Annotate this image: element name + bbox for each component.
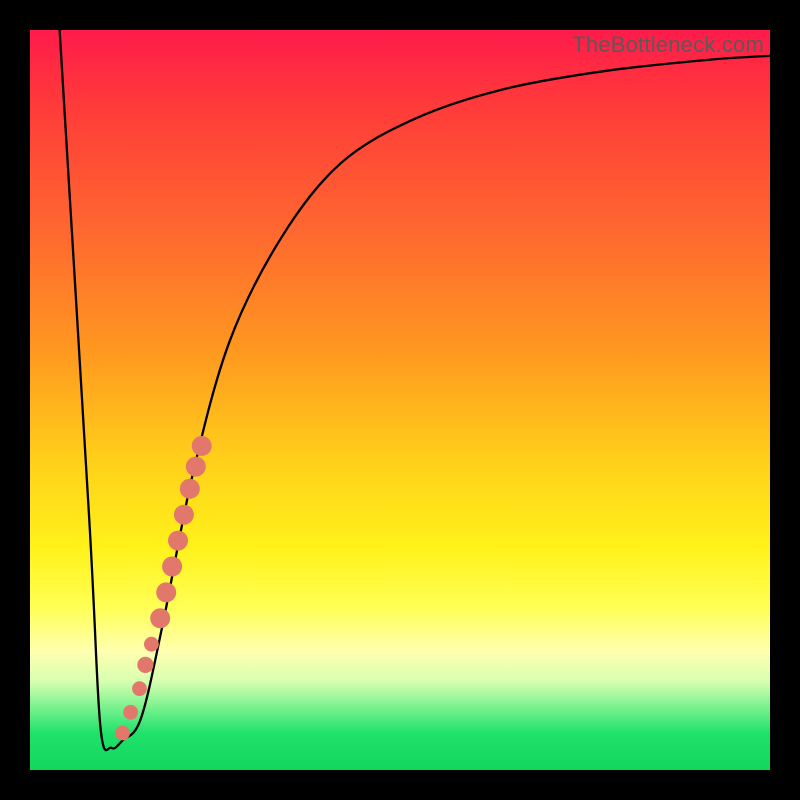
- curve-layer: [30, 30, 770, 770]
- scatter-point: [168, 531, 188, 551]
- scatter-point: [186, 457, 206, 477]
- scatter-point: [115, 726, 130, 741]
- plot-area: TheBottleneck.com: [30, 30, 770, 770]
- scatter-point: [123, 705, 138, 720]
- bottleneck-curve: [60, 30, 770, 750]
- scatter-point: [150, 608, 170, 628]
- scatter-point: [174, 505, 194, 525]
- scatter-point: [137, 657, 153, 673]
- scatter-point: [132, 681, 147, 696]
- scatter-point: [180, 479, 200, 499]
- scatter-point: [156, 582, 176, 602]
- scatter-points: [115, 436, 212, 740]
- scatter-point: [192, 436, 212, 456]
- scatter-point: [162, 557, 182, 577]
- chart-stage: TheBottleneck.com: [0, 0, 800, 800]
- scatter-point: [144, 637, 159, 652]
- watermark-text: TheBottleneck.com: [572, 32, 764, 58]
